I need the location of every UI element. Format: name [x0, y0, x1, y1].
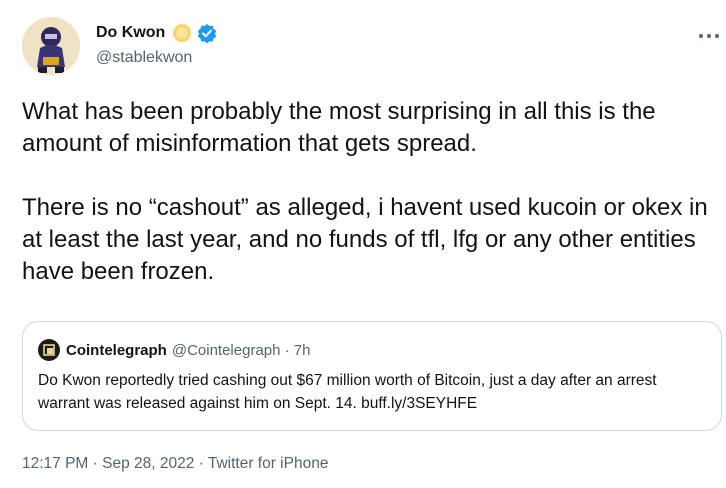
cointelegraph-logo-icon: [43, 344, 55, 356]
quoted-tweet[interactable]: Cointelegraph @Cointelegraph · 7h Do Kwo…: [22, 321, 722, 431]
author-handle[interactable]: @stablekwon: [96, 49, 217, 67]
sun-emoji-icon: [171, 22, 193, 44]
tweet-text: What has been probably the most surprisi…: [22, 98, 708, 285]
quoted-tweet-text: Do Kwon reportedly tried cashing out $67…: [38, 372, 657, 412]
avatar-image: [22, 17, 80, 75]
author-block: Do Kwon @stablekwon: [96, 22, 217, 67]
verified-badge-icon: [197, 23, 217, 44]
cointelegraph-avatar: [38, 339, 60, 361]
quoted-tweet-header: Cointelegraph @Cointelegraph · 7h: [38, 339, 310, 361]
author-name-row: Do Kwon: [96, 22, 217, 44]
more-options-icon[interactable]: [698, 28, 720, 38]
author-name[interactable]: Do Kwon: [96, 24, 165, 42]
author-avatar[interactable]: [22, 17, 80, 75]
tweet-metadata[interactable]: 12:17 PM · Sep 28, 2022 · Twitter for iP…: [22, 455, 328, 473]
quoted-author-handle-time: @Cointelegraph · 7h: [171, 341, 311, 359]
quoted-author-name: Cointelegraph: [66, 341, 167, 359]
